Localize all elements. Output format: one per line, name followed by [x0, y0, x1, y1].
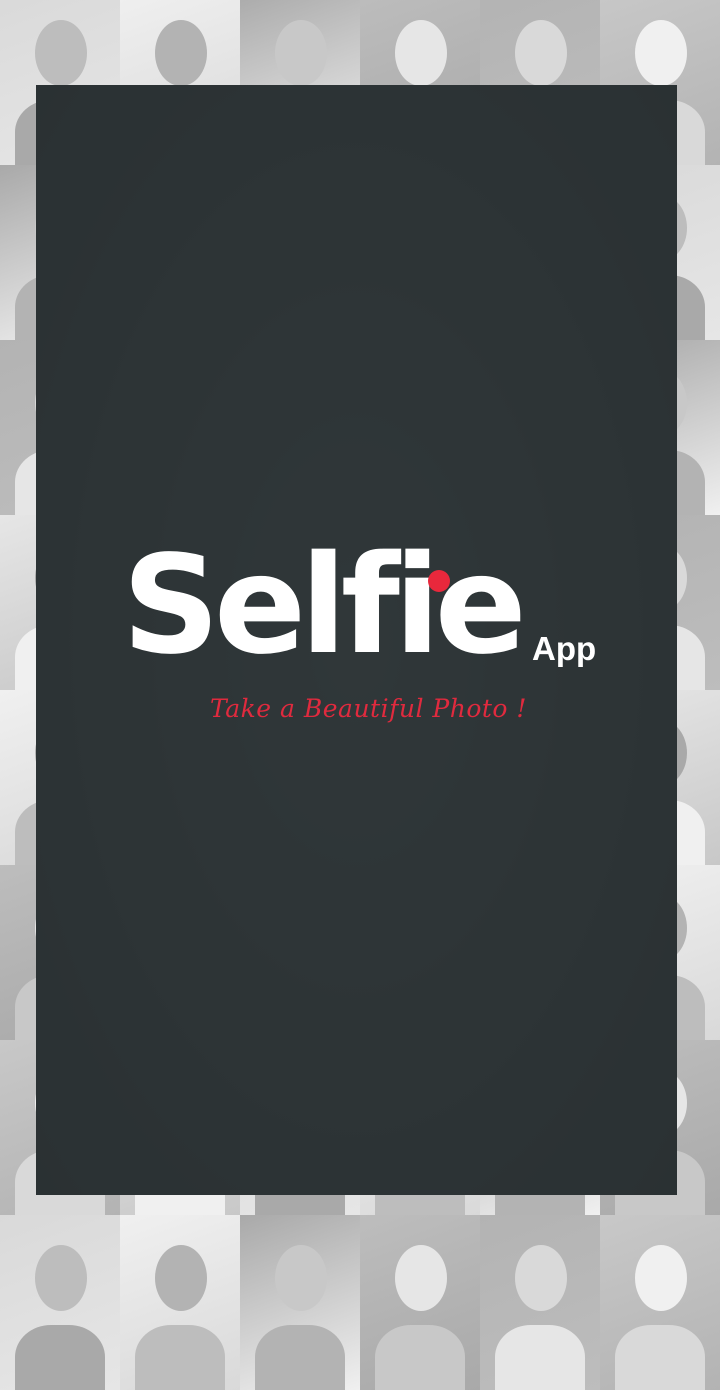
collage-photo: [120, 1215, 240, 1390]
splash-panel: Selfie App Take a Beautiful Photo !: [36, 85, 677, 1195]
collage-photo: [0, 1215, 120, 1390]
logo-suffix: App: [532, 630, 597, 667]
app-logo: Selfie App: [122, 538, 622, 680]
logo-red-dot: [428, 570, 450, 592]
collage-photo: [240, 1215, 360, 1390]
collage-photo: [600, 1215, 720, 1390]
collage-photo: [480, 1215, 600, 1390]
tagline: Take a Beautiful Photo !: [210, 694, 527, 723]
collage-photo: [360, 1215, 480, 1390]
logo-title: Selfie: [122, 527, 527, 685]
